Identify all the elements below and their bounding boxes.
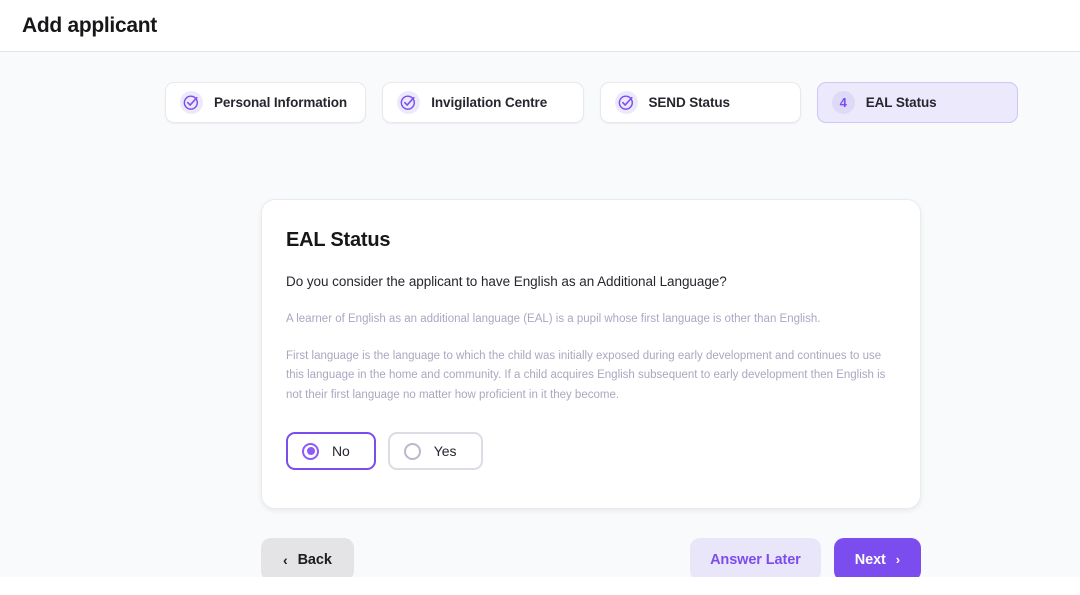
check-circle-icon	[397, 91, 421, 114]
step-send-status[interactable]: SEND Status	[599, 82, 801, 123]
radio-icon	[302, 442, 319, 460]
back-button[interactable]: ‹ Back	[261, 538, 354, 581]
option-label: Yes	[433, 443, 457, 459]
add-applicant-page: Add applicant Personal Information Invig…	[0, 0, 1080, 595]
help-paragraph-2: First language is the language to which …	[286, 349, 886, 401]
check-circle-icon	[614, 91, 638, 114]
help-paragraph-1: A learner of English as an additional la…	[286, 313, 821, 325]
page-header: Add applicant	[0, 0, 1080, 52]
step-number-badge: 4	[831, 91, 855, 114]
back-button-label: Back	[297, 551, 332, 568]
next-button-label: Next	[854, 551, 886, 568]
stepper: Personal Information Invigilation Centre	[165, 82, 1018, 123]
step-label: SEND Status	[648, 95, 731, 110]
option-no[interactable]: No	[286, 432, 376, 470]
footer-primary-actions: Answer Later Next ›	[690, 538, 921, 581]
form-footer: ‹ Back Answer Later Next ›	[261, 538, 921, 581]
eal-options-group: No Yes	[286, 432, 894, 470]
next-button[interactable]: Next ›	[833, 538, 921, 581]
option-label: No	[332, 443, 350, 459]
radio-icon	[403, 442, 421, 460]
radio-dot-icon	[306, 447, 315, 455]
step-invigilation-centre[interactable]: Invigilation Centre	[382, 82, 584, 123]
answer-later-button[interactable]: Answer Later	[690, 538, 821, 581]
page-title: Add applicant	[22, 13, 157, 37]
chevron-right-icon: ›	[895, 552, 900, 567]
answer-later-button-label: Answer Later	[710, 551, 801, 568]
eal-status-card: EAL Status Do you consider the applicant…	[261, 199, 921, 509]
option-yes[interactable]: Yes	[387, 432, 483, 470]
step-eal-status[interactable]: 4 EAL Status	[816, 82, 1018, 123]
page-content: Personal Information Invigilation Centre	[0, 52, 1080, 595]
chevron-left-icon: ‹	[283, 551, 288, 568]
step-personal-information[interactable]: Personal Information	[165, 82, 367, 123]
step-label: Invigilation Centre	[431, 95, 548, 110]
step-label: Personal Information	[214, 95, 348, 110]
card-title: EAL Status	[286, 229, 391, 251]
check-circle-icon	[180, 91, 203, 114]
card-question: Do you consider the applicant to have En…	[286, 274, 727, 289]
step-label: EAL Status	[865, 95, 937, 110]
bottom-strip	[0, 577, 1080, 595]
